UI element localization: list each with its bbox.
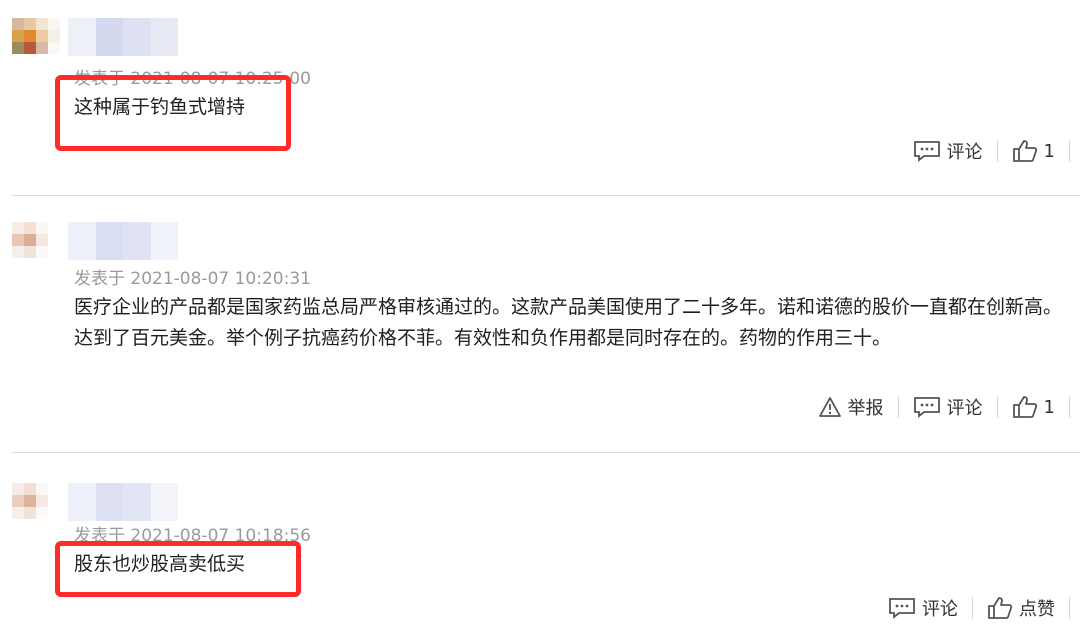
username[interactable] [68,483,178,521]
comment-item: 发表于 2021-08-07 10:25:00 这种属于钓鱼式增持 评论 1 [0,0,1080,195]
highlight-box [55,75,291,151]
comment-button[interactable]: 评论 [899,392,997,422]
report-label: 举报 [847,398,884,419]
highlight-box [55,541,301,597]
divider [1069,396,1070,418]
comment-text: 医疗企业的产品都是国家药监总局严格审核通过的。这款产品美国使用了二十多年。诺和诺… [74,296,1063,349]
comment-item: 发表于 2021-08-07 10:20:31 医疗企业的产品都是国家药监总局严… [0,196,1080,452]
comment-label: 评论 [946,142,983,163]
warning-triangle-icon [818,397,841,417]
like-button[interactable]: 1 [998,392,1069,422]
comment-actions: 举报 评论 1 [804,392,1070,422]
comment-actions: 评论 1 [899,136,1070,166]
avatar[interactable] [12,483,60,531]
like-button[interactable]: 点赞 [973,593,1069,623]
like-label: 点赞 [1019,599,1055,620]
avatar[interactable] [12,18,60,66]
thumbs-up-icon [1012,140,1037,162]
username[interactable] [68,222,178,260]
comment-button[interactable]: 评论 [899,136,997,166]
thumbs-up-icon [988,597,1013,619]
comment-bubble-icon [913,397,940,418]
comment-label: 评论 [922,599,958,620]
post-time: 发表于 2021-08-07 10:20:31 [74,269,311,289]
comment-label: 评论 [946,398,983,419]
comment-bubble-icon [889,598,915,619]
comment-bubble-icon [913,141,940,162]
thumbs-up-icon [1012,396,1037,418]
like-count: 1 [1043,396,1055,418]
report-button[interactable]: 举报 [804,392,898,422]
username[interactable] [68,18,178,56]
divider [1069,597,1070,619]
divider [1069,140,1070,162]
comment-actions: 评论 点赞 [874,593,1070,623]
like-button[interactable]: 1 [998,136,1069,166]
like-count: 1 [1043,140,1055,162]
comment-button[interactable]: 评论 [874,593,972,623]
avatar[interactable] [12,222,60,270]
comment-item: 发表于 2021-08-07 10:18:56 股东也炒股高卖低买 评论 点赞 [0,453,1080,643]
